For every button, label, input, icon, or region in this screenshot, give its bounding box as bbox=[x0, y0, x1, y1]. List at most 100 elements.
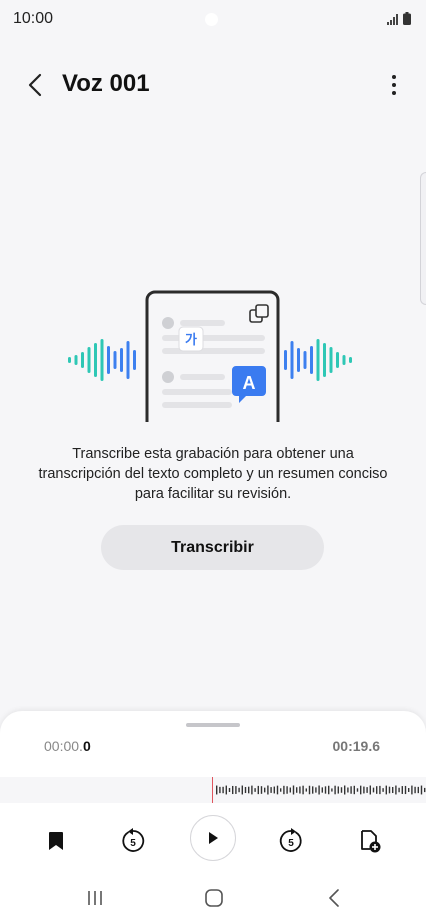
forward-5-icon: 5 bbox=[279, 828, 302, 852]
total-time: 00:19.6 bbox=[332, 738, 380, 754]
wave-bar bbox=[133, 350, 136, 370]
waveform-tick bbox=[363, 786, 365, 794]
home-button[interactable] bbox=[194, 884, 234, 912]
a-badge-text: A bbox=[243, 373, 256, 393]
waveform-tick bbox=[411, 785, 413, 795]
waveform-tick bbox=[414, 786, 416, 794]
waveform-tick bbox=[257, 785, 259, 795]
waveform-tick bbox=[228, 788, 231, 792]
wave-bar bbox=[284, 350, 287, 370]
transcription-description: Transcribe esta grabación para obtener u… bbox=[38, 446, 388, 502]
wave-bar bbox=[107, 346, 110, 374]
add-document-button[interactable] bbox=[348, 819, 392, 863]
wave-bar bbox=[336, 352, 339, 368]
waveform-tick bbox=[347, 787, 349, 793]
recents-button[interactable] bbox=[75, 884, 115, 912]
svg-text:5: 5 bbox=[288, 838, 294, 849]
wave-bar bbox=[316, 339, 320, 381]
waveform-tick bbox=[315, 787, 317, 793]
waveform-tick bbox=[280, 788, 282, 792]
waveform-tick bbox=[260, 786, 263, 794]
waveform-tick bbox=[318, 785, 320, 795]
bookmark-icon bbox=[49, 832, 63, 850]
waveform-tick bbox=[251, 785, 253, 795]
waveform-tick bbox=[401, 786, 403, 794]
forward-5-button[interactable]: 5 bbox=[269, 819, 313, 863]
bookmark-button[interactable] bbox=[34, 819, 78, 863]
sheet-drag-handle[interactable] bbox=[186, 723, 240, 727]
waveform-tick bbox=[350, 786, 352, 794]
side-panel-handle[interactable] bbox=[420, 172, 426, 305]
back-button[interactable] bbox=[18, 68, 52, 102]
waveform-tick bbox=[299, 786, 301, 794]
waveform-tick bbox=[366, 787, 368, 793]
waveform-tick bbox=[388, 786, 391, 794]
rewind-5-icon: 5 bbox=[122, 828, 145, 852]
wave-bar bbox=[323, 343, 326, 377]
waveform-tick bbox=[392, 786, 394, 794]
wave-bar bbox=[81, 352, 84, 368]
waveform-tick bbox=[379, 785, 381, 795]
waveform-tick bbox=[296, 787, 298, 793]
wave-bar bbox=[349, 357, 352, 363]
wave-bar bbox=[303, 351, 307, 369]
playhead[interactable] bbox=[212, 777, 213, 803]
transcription-illustration: 가 A bbox=[68, 290, 352, 422]
play-button[interactable] bbox=[190, 815, 236, 861]
waveform-tick bbox=[254, 788, 256, 792]
waveform-tick bbox=[225, 785, 227, 795]
waveform-tick bbox=[232, 785, 234, 795]
recents-icon bbox=[88, 891, 102, 905]
wave-bar bbox=[297, 348, 300, 372]
wave-bar bbox=[68, 357, 71, 363]
waveform-tick bbox=[328, 785, 330, 795]
rewind-5-button[interactable]: 5 bbox=[111, 819, 155, 863]
waveform-tick bbox=[369, 785, 371, 795]
waveform-tick bbox=[382, 788, 384, 792]
waveform-tick bbox=[241, 785, 243, 795]
waveform-tick bbox=[312, 786, 314, 794]
right-waveform bbox=[284, 339, 352, 381]
wave-bar bbox=[329, 347, 333, 373]
waveform-tick bbox=[302, 785, 304, 795]
waveform-tick bbox=[360, 785, 362, 795]
waveform-tick bbox=[404, 785, 407, 795]
waveform-tick bbox=[398, 787, 400, 793]
wave-bar bbox=[126, 341, 130, 379]
waveform-tick bbox=[248, 786, 250, 794]
transcribe-button[interactable]: Transcribir bbox=[101, 525, 324, 570]
waveform-tick bbox=[276, 785, 279, 795]
back-nav-button[interactable] bbox=[314, 884, 354, 912]
more-options-button[interactable] bbox=[382, 70, 406, 100]
waveform-tick bbox=[244, 786, 247, 794]
wave-bar bbox=[94, 343, 97, 377]
wave-bar bbox=[113, 351, 117, 369]
wave-bar bbox=[87, 347, 91, 373]
back-arrow-icon bbox=[28, 73, 42, 97]
waveform-tick bbox=[219, 786, 221, 794]
waveform-tick bbox=[408, 788, 410, 792]
waveform-tick bbox=[292, 785, 295, 795]
playback-waveform[interactable] bbox=[0, 777, 426, 803]
waveform-tick bbox=[340, 787, 343, 793]
waveform-bars bbox=[216, 785, 426, 795]
status-bar: 10:00 bbox=[0, 0, 426, 40]
waveform-tick bbox=[334, 785, 336, 795]
waveform-tick bbox=[372, 787, 375, 793]
left-waveform bbox=[68, 339, 136, 381]
waveform-tick bbox=[424, 787, 426, 793]
waveform-tick bbox=[289, 787, 291, 793]
waveform-tick bbox=[222, 786, 224, 794]
battery-icon bbox=[403, 12, 411, 25]
wave-bar bbox=[100, 339, 104, 381]
waveform-tick bbox=[238, 787, 240, 793]
wave-bar bbox=[342, 355, 346, 365]
signal-icon bbox=[387, 14, 398, 25]
page-title: Voz 001 bbox=[62, 70, 150, 97]
system-nav-bar bbox=[0, 876, 426, 923]
waveform-tick bbox=[286, 786, 288, 794]
player-controls: 5 5 bbox=[0, 815, 426, 863]
waveform-tick bbox=[264, 787, 266, 793]
waveform-tick bbox=[270, 787, 272, 793]
home-icon bbox=[205, 889, 223, 907]
